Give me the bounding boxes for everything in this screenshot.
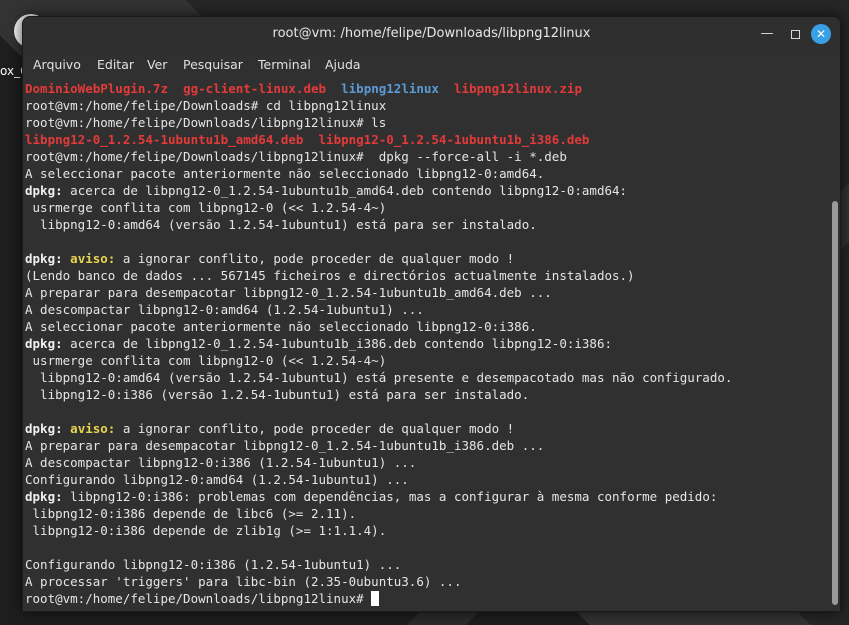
maximize-icon bbox=[790, 30, 800, 39]
terminal-text: A descompactar libpng12-0:amd64 (1.2.54-… bbox=[25, 302, 424, 317]
terminal-line: A preparar para desempacotar libpng12-0_… bbox=[25, 284, 825, 301]
terminal-text: A seleccionar pacote anteriormente não s… bbox=[25, 166, 545, 181]
terminal-text: A processar 'triggers' para libc-bin (2.… bbox=[25, 574, 462, 589]
terminal-line: A processar 'triggers' para libc-bin (2.… bbox=[25, 573, 825, 590]
terminal-line: usrmerge conflita com libpng12-0 (<< 1.2… bbox=[25, 352, 825, 369]
terminal-text: a ignorar conflito, pode proceder de qua… bbox=[115, 421, 515, 436]
menu-terminal[interactable]: Terminal bbox=[258, 57, 311, 72]
menu-ver[interactable]: Ver bbox=[147, 57, 167, 72]
terminal-text: libpng12-0:amd64 (versão 1.2.54-1ubuntu1… bbox=[25, 217, 537, 232]
scrollbar[interactable] bbox=[831, 77, 840, 611]
menu-bar: Arquivo Editar Ver Pesquisar Terminal Aj… bbox=[23, 51, 840, 77]
terminal-line: root@vm:/home/felipe/Downloads/libpng12l… bbox=[25, 148, 825, 165]
minimize-button[interactable]: — bbox=[757, 24, 777, 44]
terminal-line: A seleccionar pacote anteriormente não s… bbox=[25, 165, 825, 182]
terminal-line: usrmerge conflita com libpng12-0 (<< 1.2… bbox=[25, 199, 825, 216]
terminal-line: (Lendo banco de dados ... 567145 ficheir… bbox=[25, 267, 825, 284]
terminal-text: libpng12-0_1.2.54-1ubuntu1b_amd64.deb bbox=[25, 132, 304, 147]
terminal-text: libpng12-0:amd64 (versão 1.2.54-1ubuntu1… bbox=[25, 370, 733, 385]
terminal-window: root@vm: /home/felipe/Downloads/libpng12… bbox=[22, 16, 841, 612]
terminal-line: dpkg: aviso: a ignorar conflito, pode pr… bbox=[25, 250, 825, 267]
terminal-line: dpkg: libpng12-0:i386: problemas com dep… bbox=[25, 488, 825, 505]
menu-arquivo[interactable]: Arquivo bbox=[33, 57, 81, 72]
terminal-line: libpng12-0_1.2.54-1ubuntu1b_amd64.deb li… bbox=[25, 131, 825, 148]
terminal-text: libpng12-0:i386 depende de libc6 (>= 2.1… bbox=[25, 506, 357, 521]
terminal-text: libpng12-0:i386 (versão 1.2.54-1ubuntu1)… bbox=[25, 387, 530, 402]
terminal-text: Configurando libpng12-0:i386 (1.2.54-1ub… bbox=[25, 557, 402, 572]
terminal-line: Configurando libpng12-0:amd64 (1.2.54-1u… bbox=[25, 471, 825, 488]
terminal-text: a ignorar conflito, pode proceder de qua… bbox=[115, 251, 515, 266]
menu-ajuda[interactable]: Ajuda bbox=[325, 57, 361, 72]
terminal-text: A preparar para desempacotar libpng12-0_… bbox=[25, 438, 545, 453]
terminal-text: acerca de libpng12-0_1.2.54-1ubuntu1b_am… bbox=[62, 183, 628, 198]
terminal-text: Configurando libpng12-0:amd64 (1.2.54-1u… bbox=[25, 472, 409, 487]
terminal-text: dpkg: bbox=[25, 251, 63, 266]
terminal-line: A descompactar libpng12-0:i386 (1.2.54-1… bbox=[25, 454, 825, 471]
terminal-line: A seleccionar pacote anteriormente não s… bbox=[25, 318, 825, 335]
terminal-line: libpng12-0:i386 depende de zlib1g (>= 1:… bbox=[25, 522, 825, 539]
terminal-text: usrmerge conflita com libpng12-0 (<< 1.2… bbox=[25, 200, 387, 215]
terminal-line: dpkg: aviso: a ignorar conflito, pode pr… bbox=[25, 420, 825, 437]
terminal-text: root@vm:/home/felipe/Downloads/libpng12l… bbox=[25, 115, 387, 130]
terminal-output[interactable]: DominioWebPlugin.7z gg-client-linux.deb … bbox=[23, 77, 840, 611]
terminal-text: acerca de libpng12-0_1.2.54-1ubuntu1b_i3… bbox=[62, 336, 613, 351]
terminal-text: libpng12linux bbox=[341, 81, 439, 96]
terminal-text: dpkg: bbox=[25, 183, 63, 198]
text-cursor bbox=[371, 591, 380, 606]
terminal-text: usrmerge conflita com libpng12-0 (<< 1.2… bbox=[25, 353, 387, 368]
terminal-text: root@vm:/home/felipe/Downloads/libpng12l… bbox=[25, 591, 372, 606]
window-title: root@vm: /home/felipe/Downloads/libpng12… bbox=[272, 26, 591, 41]
menu-pesquisar[interactable]: Pesquisar bbox=[183, 57, 243, 72]
terminal-text: aviso: bbox=[70, 421, 116, 436]
terminal-text: dpkg: bbox=[25, 336, 63, 351]
terminal-text: dpkg: bbox=[25, 421, 63, 436]
terminal-line: libpng12-0:amd64 (versão 1.2.54-1ubuntu1… bbox=[25, 369, 825, 386]
terminal-text: dpkg: bbox=[25, 489, 63, 504]
terminal-text: aviso: bbox=[70, 251, 116, 266]
terminal-text: root@vm:/home/felipe/Downloads/libpng12l… bbox=[25, 149, 567, 164]
terminal-line: A descompactar libpng12-0:amd64 (1.2.54-… bbox=[25, 301, 825, 318]
terminal-text: A descompactar libpng12-0:i386 (1.2.54-1… bbox=[25, 455, 417, 470]
terminal-line: root@vm:/home/felipe/Downloads/libpng12l… bbox=[25, 590, 825, 607]
close-button[interactable]: ✕ bbox=[811, 24, 831, 44]
terminal-line: libpng12-0:amd64 (versão 1.2.54-1ubuntu1… bbox=[25, 216, 825, 233]
terminal-line: libpng12-0:i386 depende de libc6 (>= 2.1… bbox=[25, 505, 825, 522]
terminal-text: libpng12linux.zip bbox=[454, 81, 582, 96]
terminal-line: dpkg: acerca de libpng12-0_1.2.54-1ubunt… bbox=[25, 182, 825, 199]
scrollbar-thumb[interactable] bbox=[832, 201, 838, 605]
terminal-text: A seleccionar pacote anteriormente não s… bbox=[25, 319, 537, 334]
terminal-text: (Lendo banco de dados ... 567145 ficheir… bbox=[25, 268, 635, 283]
terminal-text: libpng12-0:i386 depende de zlib1g (>= 1:… bbox=[25, 523, 387, 538]
maximize-button[interactable] bbox=[785, 24, 805, 44]
terminal-text: libpng12-0:i386: problemas com dependênc… bbox=[62, 489, 718, 504]
terminal-line: A preparar para desempacotar libpng12-0_… bbox=[25, 437, 825, 454]
terminal-text: gg-client-linux.deb bbox=[183, 81, 327, 96]
terminal-text: DominioWebPlugin.7z bbox=[25, 81, 168, 96]
terminal-line: root@vm:/home/felipe/Downloads/libpng12l… bbox=[25, 114, 825, 131]
terminal-line: dpkg: acerca de libpng12-0_1.2.54-1ubunt… bbox=[25, 335, 825, 352]
terminal-text: root@vm:/home/felipe/Downloads# cd libpn… bbox=[25, 98, 387, 113]
terminal-line: DominioWebPlugin.7z gg-client-linux.deb … bbox=[25, 80, 825, 97]
terminal-text: libpng12-0_1.2.54-1ubuntu1b_i386.deb bbox=[318, 132, 590, 147]
title-bar[interactable]: root@vm: /home/felipe/Downloads/libpng12… bbox=[23, 17, 840, 51]
terminal-lines: DominioWebPlugin.7z gg-client-linux.deb … bbox=[25, 80, 825, 607]
terminal-line: root@vm:/home/felipe/Downloads# cd libpn… bbox=[25, 97, 825, 114]
terminal-text: A preparar para desempacotar libpng12-0_… bbox=[25, 285, 552, 300]
menu-editar[interactable]: Editar bbox=[97, 57, 134, 72]
terminal-line: Configurando libpng12-0:i386 (1.2.54-1ub… bbox=[25, 556, 825, 573]
terminal-line: libpng12-0:i386 (versão 1.2.54-1ubuntu1)… bbox=[25, 386, 825, 403]
